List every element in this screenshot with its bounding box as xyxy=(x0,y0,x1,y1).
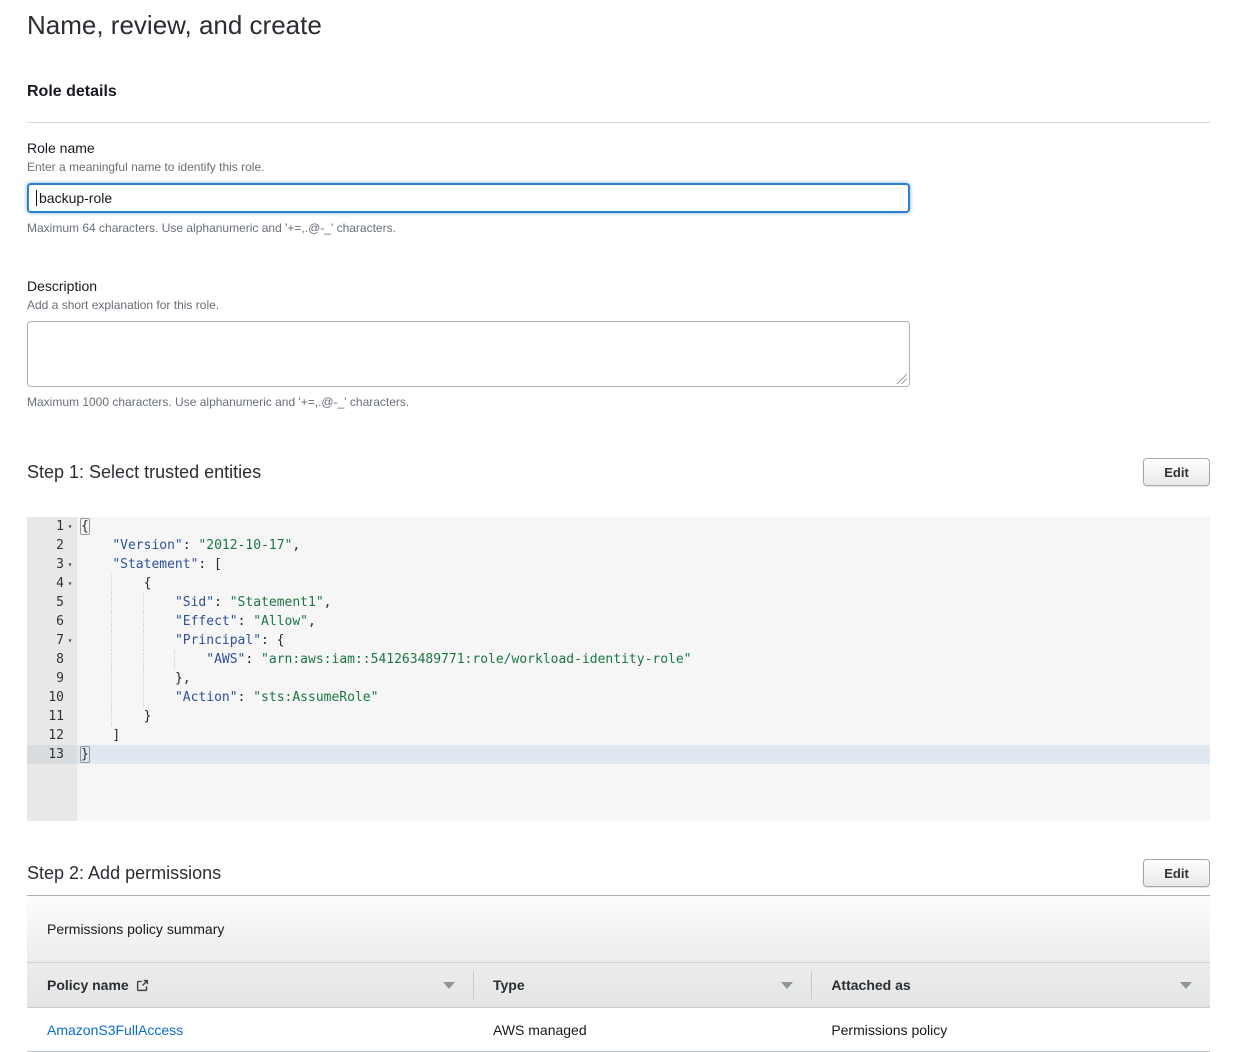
step1-edit-button[interactable]: Edit xyxy=(1143,458,1210,486)
step2-heading: Step 2: Add permissions xyxy=(27,861,221,885)
attached-as-cell: Permissions policy xyxy=(811,1008,1210,1052)
table-row: AmazonS3FullAccess AWS managedPermissions… xyxy=(27,1008,1210,1052)
description-helper: Add a short explanation for this role. xyxy=(27,297,1210,313)
line-number: 1 xyxy=(56,517,64,536)
permissions-summary-title: Permissions policy summary xyxy=(47,921,224,937)
line-number: 3 xyxy=(56,555,64,574)
editor-code-line[interactable]: } xyxy=(77,707,1210,726)
sort-icon[interactable] xyxy=(443,982,455,989)
policy-name-cell: AmazonS3FullAccess xyxy=(27,1008,473,1052)
resize-handle-icon[interactable] xyxy=(896,373,907,384)
role-name-label: Role name xyxy=(27,139,1210,157)
role-name-input[interactable] xyxy=(27,183,910,213)
fold-arrow-icon[interactable]: ▾ xyxy=(64,631,76,650)
editor-gutter-line: 7▾ xyxy=(27,631,77,650)
editor-gutter-line: 6 xyxy=(27,612,77,631)
column-label: Type xyxy=(493,977,525,993)
policy-name-link[interactable]: AmazonS3FullAccess xyxy=(47,1022,183,1038)
line-number: 10 xyxy=(48,688,64,707)
editor-code-line[interactable]: } xyxy=(77,745,1210,764)
column-label: Policy name xyxy=(47,977,129,993)
editor-gutter-line: 9 xyxy=(27,669,77,688)
role-details-heading: Role details xyxy=(27,82,1210,102)
editor-gutter-line: 11 xyxy=(27,707,77,726)
role-name-helper: Enter a meaningful name to identify this… xyxy=(27,159,1210,175)
editor-gutter-line: 10 xyxy=(27,688,77,707)
step2-header-row: Step 2: Add permissions Edit xyxy=(27,859,1210,887)
sort-icon[interactable] xyxy=(1180,982,1192,989)
line-number: 8 xyxy=(56,650,64,669)
permissions-summary-panel: Permissions policy summary xyxy=(27,896,1210,962)
editor-gutter-line: 12 xyxy=(27,726,77,745)
line-number: 7 xyxy=(56,631,64,650)
description-textarea-wrap xyxy=(27,321,910,387)
editor-code-line[interactable]: "Effect": "Allow", xyxy=(77,612,1210,631)
line-number: 9 xyxy=(56,669,64,688)
editor-code-line[interactable]: "Sid": "Statement1", xyxy=(77,593,1210,612)
editor-code-line[interactable]: { xyxy=(77,517,1210,536)
page-container: Name, review, and create Role details Ro… xyxy=(0,0,1242,1052)
sort-icon[interactable] xyxy=(781,982,793,989)
text-caret xyxy=(36,190,37,206)
description-label: Description xyxy=(27,277,1210,295)
editor-code[interactable]: { "Version": "2012-10-17", "Statement": … xyxy=(77,517,1210,764)
column-label: Attached as xyxy=(831,977,910,993)
line-number: 2 xyxy=(56,536,64,555)
editor-code-line[interactable]: "Principal": { xyxy=(77,631,1210,650)
editor-code-line[interactable]: "Version": "2012-10-17", xyxy=(77,536,1210,555)
fold-arrow-icon[interactable]: ▾ xyxy=(64,574,76,593)
table-header-row: Policy name Type xyxy=(27,963,1210,1008)
line-number: 6 xyxy=(56,612,64,631)
editor-gutter-line: 8 xyxy=(27,650,77,669)
fold-arrow-icon[interactable]: ▾ xyxy=(64,517,76,536)
page-title: Name, review, and create xyxy=(27,8,1210,42)
column-header-attached-as[interactable]: Attached as xyxy=(811,963,1210,1008)
editor-code-line[interactable]: "Statement": [ xyxy=(77,555,1210,574)
editor-code-line[interactable]: { xyxy=(77,574,1210,593)
policy-type-cell: AWS managed xyxy=(473,1008,811,1052)
column-header-policy-name[interactable]: Policy name xyxy=(27,963,473,1008)
divider xyxy=(27,122,1210,123)
editor-gutter-line: 1▾ xyxy=(27,517,77,536)
editor-gutter-line: 2 xyxy=(27,536,77,555)
fold-arrow-icon[interactable]: ▾ xyxy=(64,555,76,574)
editor-gutter-line: 5 xyxy=(27,593,77,612)
external-link-icon xyxy=(136,979,149,992)
description-textarea[interactable] xyxy=(27,321,910,387)
description-constraint: Maximum 1000 characters. Use alphanumeri… xyxy=(27,394,1210,410)
step2-edit-button[interactable]: Edit xyxy=(1143,859,1210,887)
line-number: 13 xyxy=(48,745,64,764)
column-header-type[interactable]: Type xyxy=(473,963,811,1008)
line-number: 5 xyxy=(56,593,64,612)
role-name-input-wrap xyxy=(27,183,910,213)
step1-header-row: Step 1: Select trusted entities Edit xyxy=(27,458,1210,486)
editor-code-line[interactable]: "Action": "sts:AssumeRole" xyxy=(77,688,1210,707)
editor-code-line[interactable]: }, xyxy=(77,669,1210,688)
editor-code-line[interactable]: ] xyxy=(77,726,1210,745)
permissions-table: Policy name Type xyxy=(27,962,1210,1052)
editor-code-line[interactable]: "AWS": "arn:aws:iam::541263489771:role/w… xyxy=(77,650,1210,669)
permissions-table-body: AmazonS3FullAccess AWS managedPermissions… xyxy=(27,1008,1210,1052)
line-number: 4 xyxy=(56,574,64,593)
trust-policy-editor[interactable]: 1▾23▾4▾567▾8910111213 { "Version": "2012… xyxy=(27,517,1210,821)
editor-gutter: 1▾23▾4▾567▾8910111213 xyxy=(27,517,77,821)
editor-gutter-line: 13 xyxy=(27,745,77,764)
editor-gutter-line: 4▾ xyxy=(27,574,77,593)
line-number: 11 xyxy=(48,707,64,726)
editor-gutter-line: 3▾ xyxy=(27,555,77,574)
role-name-constraint: Maximum 64 characters. Use alphanumeric … xyxy=(27,220,1210,236)
step1-heading: Step 1: Select trusted entities xyxy=(27,460,261,484)
line-number: 12 xyxy=(48,726,64,745)
